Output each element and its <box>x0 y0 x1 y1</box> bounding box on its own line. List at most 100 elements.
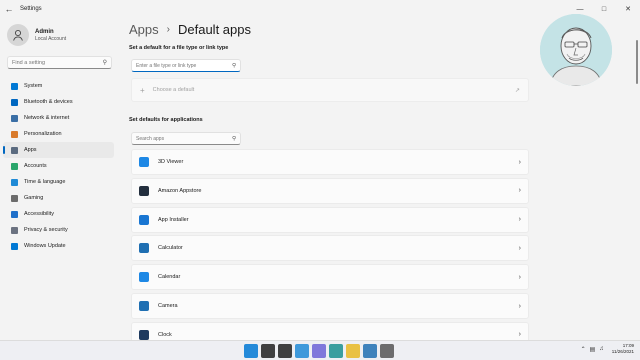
controller-icon <box>11 194 18 202</box>
sidebar-item-accessibility[interactable]: Accessibility <box>3 206 114 222</box>
chat-icon[interactable] <box>312 344 326 358</box>
sidebar-item-network-internet[interactable]: Network & internet <box>3 110 114 126</box>
sidebar-item-label: Apps <box>24 147 37 153</box>
system-tray: ⌃ ▤ ♫ 17:09 11/26/2021 <box>581 343 634 355</box>
choose-default-button[interactable]: + Choose a default ↗ <box>131 78 529 102</box>
person-icon <box>11 162 18 170</box>
box-icon <box>139 214 149 225</box>
chevron-right-icon: › <box>518 331 521 339</box>
sidebar-item-privacy-security[interactable]: Privacy & security <box>3 222 114 238</box>
globe-clock-icon <box>11 178 18 186</box>
sidebar-item-label: Windows Update <box>24 243 66 249</box>
settings-icon[interactable] <box>380 344 394 358</box>
filetype-section-title: Set a default for a file type or link ty… <box>129 45 229 51</box>
sidebar-item-label: Network & internet <box>24 115 70 121</box>
apps-search-input[interactable] <box>136 135 232 142</box>
search-icon: ⚲ <box>231 62 236 69</box>
sidebar-item-label: Privacy & security <box>24 227 68 233</box>
sidebar-item-gaming[interactable]: Gaming <box>3 190 114 206</box>
app-name: Calculator <box>158 245 183 252</box>
camera-icon <box>139 301 149 311</box>
network-icon[interactable]: ▤ <box>590 346 596 353</box>
find-setting-search[interactable]: ⚲ <box>7 56 112 69</box>
clock[interactable]: 17:09 11/26/2021 <box>612 343 634 355</box>
user-name: Admin <box>35 28 54 35</box>
app-row-app-installer[interactable]: App Installer › <box>131 206 529 233</box>
accessibility-icon <box>11 210 18 218</box>
app-name: Amazon Appstore <box>158 187 202 194</box>
app-name: App Installer <box>158 216 189 223</box>
maximize-icon[interactable]: □ <box>592 0 616 18</box>
sidebar-item-system[interactable]: System <box>3 78 114 94</box>
task-view-icon[interactable] <box>278 344 292 358</box>
chevron-up-icon[interactable]: ⌃ <box>581 346 586 353</box>
chevron-right-icon: › <box>518 216 521 224</box>
sidebar-item-time-language[interactable]: Time & language <box>3 174 114 190</box>
apps-section-title: Set defaults for applications <box>129 117 203 123</box>
sidebar-item-apps[interactable]: Apps <box>3 142 114 158</box>
app-name: 3D Viewer <box>158 159 184 165</box>
taskbar-icons <box>244 344 397 358</box>
back-arrow-icon[interactable]: ← <box>0 0 18 18</box>
apps-search[interactable]: ⚲ <box>131 132 241 145</box>
clock-date: 11/26/2021 <box>611 349 634 354</box>
window-title: Settings <box>20 6 42 12</box>
edge-icon[interactable] <box>329 344 343 358</box>
apps-icon <box>11 146 18 154</box>
chevron-right-icon: › <box>518 244 521 252</box>
monitor-icon <box>11 82 18 90</box>
start-icon[interactable] <box>244 344 258 358</box>
sidebar-item-label: Time & language <box>24 179 66 185</box>
bluetooth-icon <box>11 98 18 106</box>
filetype-search[interactable]: ⚲ <box>131 59 241 72</box>
widgets-icon[interactable] <box>295 344 309 358</box>
app-name: Calendar <box>158 274 181 281</box>
search-icon: ⚲ <box>102 60 107 66</box>
plus-icon: + <box>140 85 145 95</box>
sidebar-nav: System Bluetooth & devices Network & inter… <box>3 78 114 254</box>
sidebar-item-bluetooth-devices[interactable]: Bluetooth & devices <box>3 94 114 110</box>
taskbar: ⌃ ▤ ♫ 17:09 11/26/2021 <box>0 340 640 360</box>
user-profile[interactable]: Admin Local Account <box>7 24 66 46</box>
chevron-right-icon: › <box>518 273 521 281</box>
sidebar-item-label: Personalization <box>24 131 62 137</box>
app-row-calendar[interactable]: Calendar › <box>131 264 529 291</box>
shield-icon <box>11 226 18 234</box>
breadcrumb-apps[interactable]: Apps <box>129 22 159 37</box>
webcam-overlay <box>540 14 612 86</box>
sidebar-item-personalization[interactable]: Personalization <box>3 126 114 142</box>
app-row-amazon-appstore[interactable]: Amazon Appstore › <box>131 177 529 204</box>
app-row-3d-viewer[interactable]: 3D Viewer › <box>131 149 529 175</box>
sidebar-item-windows-update[interactable]: Windows Update <box>3 238 114 254</box>
app-row-calculator[interactable]: Calculator › <box>131 235 529 262</box>
calculator-icon <box>139 243 149 254</box>
volume-icon[interactable]: ♫ <box>599 346 604 352</box>
update-icon <box>11 242 18 250</box>
sidebar-item-accounts[interactable]: Accounts <box>3 158 114 174</box>
store-icon[interactable] <box>363 344 377 358</box>
account-type: Local Account <box>35 35 67 42</box>
brush-icon <box>11 130 18 138</box>
chevron-right-icon: › <box>518 187 521 195</box>
scrollbar[interactable] <box>636 40 638 84</box>
calendar-icon <box>139 272 149 283</box>
sidebar-item-label: Bluetooth & devices <box>24 99 73 105</box>
presenter-photo <box>540 14 612 86</box>
sidebar-item-label: System <box>24 83 43 89</box>
sidebar-item-label: Gaming <box>24 195 44 201</box>
app-row-camera[interactable]: Camera › <box>131 293 529 319</box>
app-name: Camera <box>158 303 178 309</box>
search-icon[interactable] <box>261 344 275 358</box>
find-setting-input[interactable] <box>12 59 102 66</box>
search-icon: ⚲ <box>231 135 236 142</box>
sidebar-item-label: Accounts <box>24 163 47 169</box>
title-bar: ← Settings — □ ✕ <box>0 0 640 18</box>
chevron-right-icon: › <box>518 158 521 166</box>
filetype-input[interactable] <box>136 62 232 69</box>
avatar <box>7 24 29 46</box>
close-icon[interactable]: ✕ <box>616 0 640 18</box>
file-explorer-icon[interactable] <box>346 344 360 358</box>
sidebar-item-label: Accessibility <box>24 211 54 217</box>
clock-icon <box>139 329 149 340</box>
external-link-icon: ↗ <box>514 87 520 94</box>
